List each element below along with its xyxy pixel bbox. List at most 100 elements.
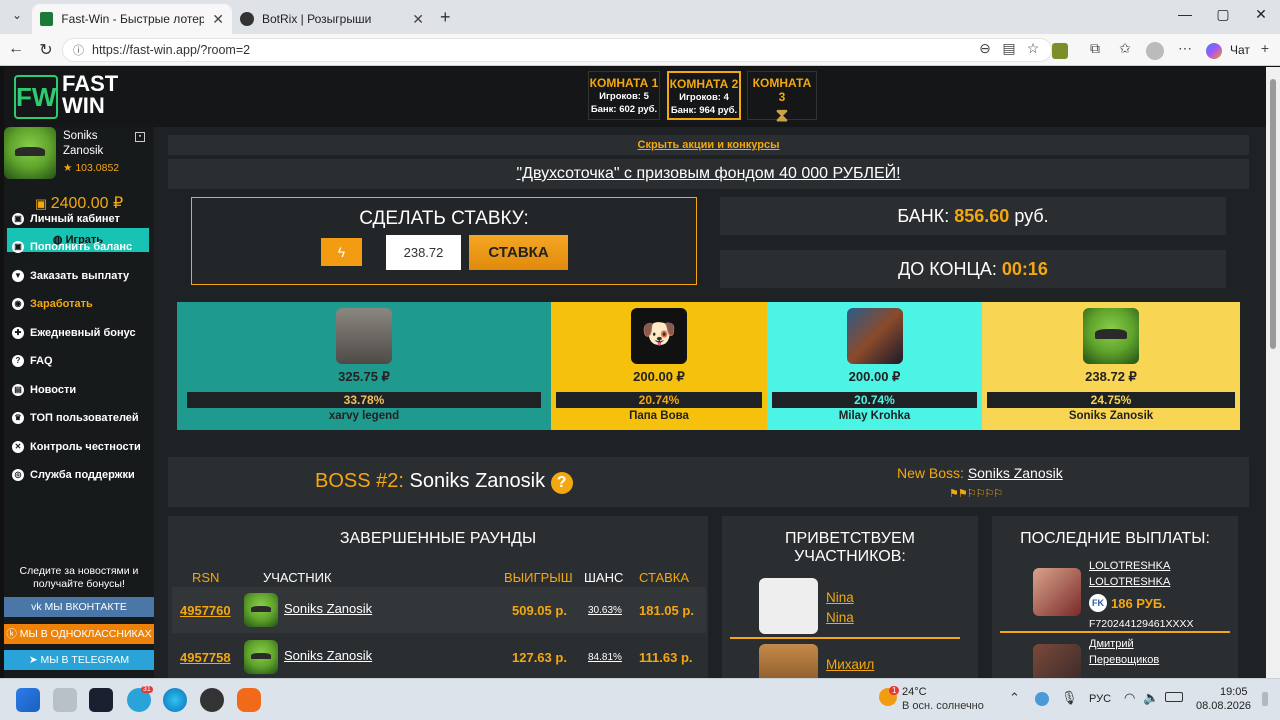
room-title: КОМНАТА 1 bbox=[589, 76, 659, 90]
sidebar-add-icon[interactable]: + bbox=[1254, 40, 1276, 56]
start-windows-icon[interactable] bbox=[16, 688, 40, 712]
welcome-name[interactable]: Nina bbox=[826, 610, 854, 625]
table-row[interactable]: 4957760 Soniks Zanosik 509.05 р. 30.63% … bbox=[172, 587, 706, 633]
minimize-icon[interactable]: — bbox=[1170, 6, 1200, 22]
profile-avatar-icon[interactable] bbox=[1146, 42, 1164, 60]
app-icon[interactable] bbox=[89, 688, 113, 712]
sidebar-item[interactable]: ▼ Заказать выплату bbox=[12, 270, 129, 282]
language-indicator[interactable]: РУС bbox=[1089, 693, 1111, 705]
new-tab-plus-icon[interactable]: + bbox=[440, 7, 451, 28]
table-row[interactable]: 4957758 Soniks Zanosik 127.63 р. 84.81% … bbox=[172, 634, 706, 678]
botrix-favicon-icon bbox=[240, 12, 254, 26]
welcome-name[interactable]: Михаил bbox=[826, 657, 874, 672]
site-viewport: FW FAST WIN КОМНАТА 1 Игроков: 5 Банк: 6… bbox=[4, 67, 1266, 678]
social-label: МЫ ВКОНТАКТЕ bbox=[44, 601, 127, 613]
close-tab-icon[interactable]: ✕ bbox=[412, 11, 424, 28]
url-input[interactable]: ⓘ https://fast-win.app/?room=2 bbox=[62, 38, 1052, 62]
hide-promos-link[interactable]: Скрыть акции и конкурсы bbox=[168, 135, 1249, 155]
bet-amount-input[interactable]: 238.72 bbox=[386, 235, 461, 270]
logo-line1: FAST bbox=[62, 71, 119, 96]
close-tab-icon[interactable]: ✕ bbox=[212, 11, 224, 28]
sidebar-item[interactable]: ◎ Служба поддержки bbox=[12, 469, 135, 481]
logout-icon[interactable]: ▪ bbox=[135, 132, 145, 142]
sidebar-item[interactable]: ▣ Личный кабинет bbox=[12, 213, 120, 225]
more-menu-icon[interactable]: ⋯ bbox=[1174, 40, 1196, 57]
back-arrow-icon[interactable]: ← bbox=[4, 40, 28, 58]
vk-button[interactable]: vk МЫ ВКОНТАКТЕ bbox=[4, 597, 154, 617]
payout-name[interactable]: Дмитрий bbox=[1089, 638, 1134, 650]
payout-name[interactable]: LOLOTRESHKA bbox=[1089, 576, 1170, 588]
round-id[interactable]: 4957758 bbox=[180, 650, 231, 665]
round-player[interactable]: Soniks Zanosik bbox=[284, 648, 372, 663]
weather-text[interactable]: В осн. солнечно bbox=[902, 700, 984, 712]
maximize-icon[interactable]: ▢ bbox=[1208, 6, 1238, 23]
battery-icon[interactable] bbox=[1165, 692, 1183, 702]
round-id[interactable]: 4957760 bbox=[180, 603, 231, 618]
fastwin-logo[interactable]: FW FAST WIN bbox=[14, 73, 129, 121]
promo-banner-link[interactable]: "Двухсоточка" с призовым фондом 40 000 Р… bbox=[168, 159, 1249, 189]
favorites-icon[interactable]: ✩ bbox=[1114, 40, 1136, 57]
follow-text: Следите за новостями и получайте бонусы! bbox=[19, 565, 139, 590]
close-window-icon[interactable]: ✕ bbox=[1246, 6, 1276, 23]
room-3-tab[interactable]: КОМНАТА 3 ⧗ bbox=[747, 71, 817, 125]
sidebar-item[interactable]: ▣ Пополнить баланс bbox=[12, 241, 132, 253]
microphone-icon[interactable]: 🎙 bbox=[1061, 690, 1078, 706]
room-1-tab[interactable]: КОМНАТА 1 Игроков: 5 Банк: 602 руб. bbox=[588, 71, 660, 120]
clock-time[interactable]: 19:05 bbox=[1220, 686, 1248, 698]
tray-chevron-icon[interactable]: ⌃ bbox=[1009, 690, 1020, 706]
sidebar-item[interactable]: ? FAQ bbox=[12, 355, 53, 367]
task-view-icon[interactable] bbox=[53, 688, 77, 712]
zoom-icon[interactable]: ⊖ bbox=[974, 40, 996, 57]
sidebar-item[interactable]: ♛ ТОП пользователей bbox=[12, 412, 139, 424]
welcome-name[interactable]: Nina bbox=[826, 590, 854, 605]
volume-icon[interactable]: 🔈 bbox=[1143, 690, 1159, 706]
help-question-icon[interactable]: ? bbox=[550, 472, 573, 494]
app-icon-orange[interactable] bbox=[237, 688, 261, 712]
bank-unit: руб. bbox=[1014, 206, 1049, 226]
clock-date[interactable]: 08.08.2026 bbox=[1196, 700, 1251, 712]
reload-icon[interactable]: ↻ bbox=[34, 40, 58, 60]
payout-name[interactable]: LOLOTRESHKA bbox=[1089, 560, 1170, 572]
site-info-icon[interactable]: ⓘ bbox=[73, 42, 84, 58]
favorite-star-icon[interactable]: ☆ bbox=[1022, 40, 1044, 57]
tab-list-chevron-icon[interactable]: ⌄ bbox=[6, 8, 28, 28]
user-balance[interactable]: ▣ 2400.00 ₽ bbox=[4, 193, 154, 213]
row-avatar bbox=[244, 640, 278, 674]
new-boss-name[interactable]: Soniks Zanosik bbox=[968, 465, 1063, 481]
tab-fastwin[interactable]: Fast-Win - Быстрые лотереи! Ком ✕ bbox=[32, 4, 232, 34]
reader-icon[interactable]: ▤ bbox=[998, 40, 1020, 57]
round-chance[interactable]: 84.81% bbox=[588, 652, 622, 663]
quick-bet-lightning-button[interactable]: ϟ bbox=[321, 238, 362, 266]
wifi-icon[interactable]: ◠ bbox=[1124, 690, 1135, 706]
copilot-icon[interactable] bbox=[1206, 43, 1222, 59]
extensions-puzzle-icon[interactable]: ⧉ bbox=[1084, 40, 1106, 57]
edge-browser-icon[interactable] bbox=[163, 688, 187, 712]
sidebar-item[interactable]: ◉ Заработать bbox=[12, 298, 93, 310]
tray-app-icon[interactable] bbox=[1035, 692, 1049, 706]
sidebar-item[interactable]: ✕ Контроль честности bbox=[12, 441, 141, 453]
show-desktop-button[interactable] bbox=[1262, 692, 1268, 706]
round-chance[interactable]: 30.63% bbox=[588, 605, 622, 616]
sidebar: Soniks Zanosik ★ 103.0852 ▪ ▣ 2400.00 ₽ … bbox=[4, 127, 154, 678]
scrollbar-thumb[interactable] bbox=[1270, 79, 1276, 349]
place-bet-button[interactable]: СТАВКА bbox=[469, 235, 568, 270]
weather-temp[interactable]: 24°C bbox=[902, 686, 927, 698]
extension-icon[interactable] bbox=[1052, 43, 1068, 59]
obs-icon[interactable] bbox=[200, 688, 224, 712]
round-player[interactable]: Soniks Zanosik bbox=[284, 601, 372, 616]
payout-name[interactable]: Перевощиков bbox=[1089, 654, 1159, 666]
room-2-tab[interactable]: КОМНАТА 2 Игроков: 4 Банк: 964 руб. bbox=[667, 71, 741, 120]
bank-label: БАНК: bbox=[897, 206, 950, 226]
page-scrollbar[interactable] bbox=[1266, 67, 1280, 678]
user-avatar[interactable] bbox=[4, 127, 56, 179]
sidebar-item[interactable]: ▤ Новости bbox=[12, 384, 76, 396]
gift-icon: ✚ bbox=[12, 327, 24, 339]
chat-label[interactable]: Чат bbox=[1230, 43, 1250, 57]
url-text: https://fast-win.app/?room=2 bbox=[92, 43, 251, 57]
telegram-button[interactable]: ➤ МЫ В TELEGRAM bbox=[4, 650, 154, 670]
col-chance: ШАНС bbox=[584, 570, 624, 585]
room-players: Игроков: 4 bbox=[679, 92, 729, 103]
tab-botrix[interactable]: BotRix | Розыгрыши ✕ bbox=[232, 4, 432, 34]
sidebar-item[interactable]: ✚ Ежедневный бонус bbox=[12, 327, 136, 339]
ok-button[interactable]: ⓚ МЫ В ОДНОКЛАССНИКАХ bbox=[4, 624, 154, 644]
